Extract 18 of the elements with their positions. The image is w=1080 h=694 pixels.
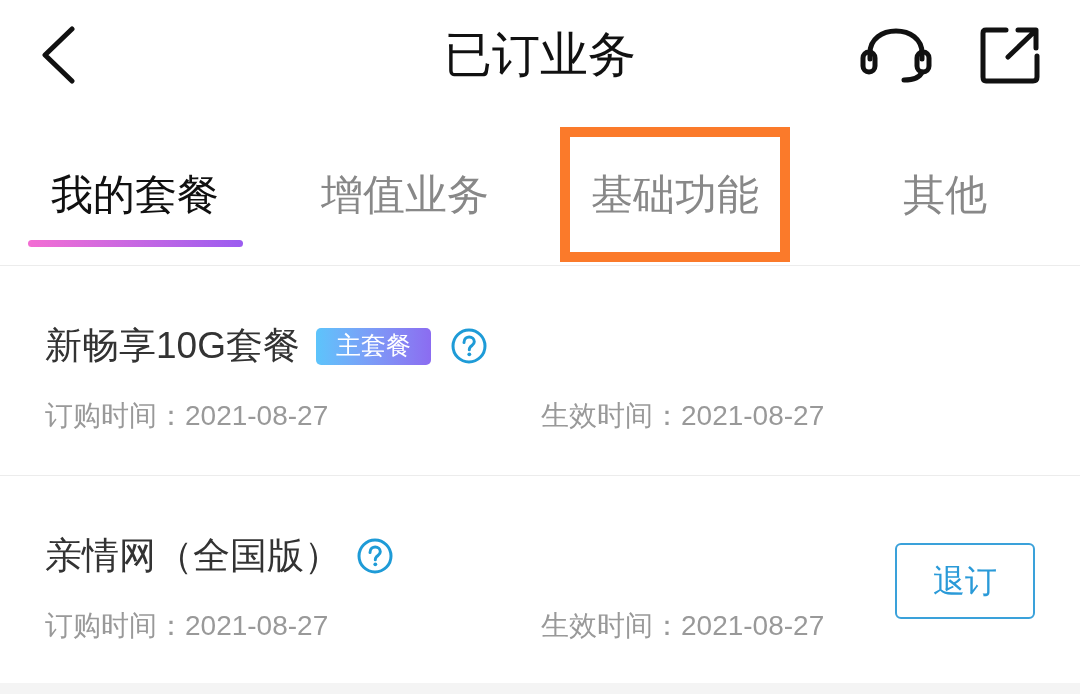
tab[interactable]: 增值业务 xyxy=(321,173,489,217)
effective-date: 生效时间：2021-08-27 xyxy=(541,399,825,433)
share-icon[interactable] xyxy=(980,26,1040,84)
service-name: 亲情网（全国版） xyxy=(45,534,341,578)
unsubscribe-button[interactable]: 退订 xyxy=(895,543,1035,619)
order-date: 订购时间：2021-08-27 xyxy=(45,399,330,433)
help-icon[interactable] xyxy=(450,328,487,364)
effective-date: 生效时间：2021-08-27 xyxy=(541,609,825,643)
service-name: 新畅享10G套餐 xyxy=(45,324,300,368)
plan-badge: 主套餐 xyxy=(315,327,431,365)
tab[interactable]: 其他 xyxy=(903,173,987,217)
page-title: 已订业务 xyxy=(444,27,636,83)
tab[interactable]: 基础功能 xyxy=(591,173,759,217)
help-icon[interactable] xyxy=(357,538,393,574)
headset-icon[interactable] xyxy=(860,27,932,83)
tab[interactable]: 我的套餐 xyxy=(51,173,219,217)
back-icon[interactable] xyxy=(40,26,76,84)
order-date: 订购时间：2021-08-27 xyxy=(45,609,330,643)
